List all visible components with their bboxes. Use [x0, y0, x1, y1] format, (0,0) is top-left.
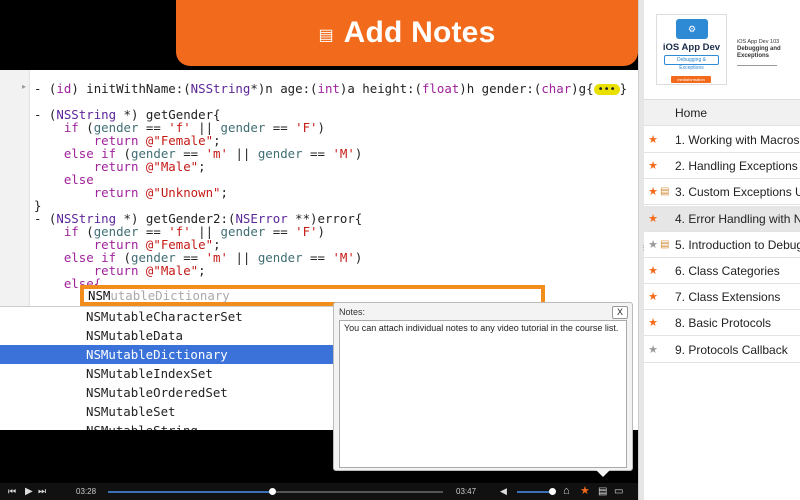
star-icon[interactable]: ★	[646, 310, 660, 335]
volume-handle[interactable]	[549, 488, 557, 495]
progress-bar[interactable]	[108, 491, 273, 493]
star-icon[interactable]: ★	[646, 284, 660, 309]
volume-slider[interactable]	[517, 491, 553, 493]
star-icon[interactable]: ★	[646, 337, 660, 362]
autocomplete-item[interactable]: NSMutableCharacterSet	[0, 307, 333, 326]
autocomplete-item[interactable]: NSMutableDictionary	[0, 345, 333, 364]
remaining-time: 03:47	[456, 487, 477, 496]
star-icon[interactable]: ★	[646, 179, 660, 204]
suggestion-text: utableDictionary	[110, 288, 230, 303]
title-banner: ▤ Add Notes	[176, 0, 638, 66]
divider-line	[737, 65, 777, 66]
close-button[interactable]: X	[612, 306, 628, 319]
cover-title: iOS App Dev	[662, 42, 721, 53]
next-icon[interactable]: ⏭	[38, 483, 46, 500]
lesson-item[interactable]: ★ 8. Basic Protocols	[644, 310, 800, 337]
lesson-label: 4. Error Handling with N	[675, 211, 800, 226]
volume-icon[interactable]: ◀	[500, 483, 507, 500]
cover-subtitle: Debugging & Exceptions	[664, 55, 719, 71]
lesson-label: 1. Working with Macros	[675, 133, 800, 147]
lesson-label: 9. Protocols Callback	[675, 342, 788, 357]
lesson-item[interactable]: ★ ▤ 5. Introduction to Debug	[644, 232, 800, 258]
course-name: Debugging and Exceptions	[737, 46, 781, 59]
autocomplete-item[interactable]: NSMutableOrderedSet	[0, 383, 333, 402]
code-line: - (id) initWithName:(NSString*)n age:(in…	[34, 81, 628, 96]
app-window: ▸ - (id) initWithName:(NSString*)n age:(…	[0, 0, 800, 500]
progress-handle[interactable]	[269, 488, 277, 495]
collapsed-code-badge[interactable]: •••	[593, 84, 620, 95]
home-icon[interactable]: ⌂	[563, 483, 570, 500]
notes-popup-pointer	[596, 470, 610, 477]
lesson-label: 8. Basic Protocols	[675, 316, 772, 331]
fullscreen-icon[interactable]: ▭	[614, 483, 623, 500]
star-icon[interactable]: ★	[646, 206, 660, 231]
note-icon: ▤	[318, 27, 334, 44]
note-icon: ▤	[660, 238, 670, 250]
elapsed-time: 03:28	[76, 487, 97, 496]
lesson-item[interactable]: ★ 2. Handling Exceptions in	[644, 153, 800, 180]
lesson-item[interactable]: ★ 6. Class Categories	[644, 258, 800, 284]
brand-logo: mediaformation	[671, 76, 711, 83]
notes-textarea[interactable]: You can attach individual notes to any v…	[339, 320, 627, 468]
course-series: iOS App Dev 103	[737, 39, 780, 45]
lesson-label: 6. Class Categories	[675, 264, 780, 278]
course-title: iOS App Dev 103 Debugging and Exceptions	[737, 39, 797, 66]
star-icon[interactable]: ★	[646, 258, 660, 283]
lesson-item[interactable]: ★ 4. Error Handling with N	[644, 205, 800, 232]
autocomplete-list[interactable]: NSMutableCharacterSet NSMutableData NSMuta…	[0, 306, 333, 430]
lesson-item[interactable]: ★ 9. Protocols Callback	[644, 337, 800, 363]
notes-popup: Notes: X You can attach individual notes…	[333, 302, 633, 471]
typed-text: NSM	[88, 288, 111, 303]
course-header: ⚙ iOS App Dev Debugging & Exceptions med…	[644, 0, 800, 100]
code-line: return @"Unknown";	[93, 185, 228, 200]
lesson-label: 2. Handling Exceptions in	[675, 159, 800, 174]
course-cover: ⚙ iOS App Dev Debugging & Exceptions med…	[656, 14, 727, 85]
star-icon[interactable]: ★	[646, 127, 660, 152]
autocomplete-item[interactable]: NSMutableData	[0, 326, 333, 345]
lesson-item[interactable]: ★ 1. Working with Macros	[644, 127, 800, 153]
autocomplete-item[interactable]: NSMutableIndexSet	[0, 364, 333, 383]
sidebar: ⚙ iOS App Dev Debugging & Exceptions med…	[644, 0, 800, 500]
lesson-label: 5. Introduction to Debug	[675, 237, 800, 252]
autocomplete-item[interactable]: NSMutableSet	[0, 402, 333, 421]
banner-title: Add Notes	[343, 16, 496, 49]
progress-track[interactable]	[272, 491, 443, 493]
previous-icon[interactable]: ⏮	[8, 483, 16, 500]
star-icon[interactable]: ★	[580, 483, 590, 500]
video-player[interactable]: ▸ - (id) initWithName:(NSString*)n age:(…	[0, 0, 638, 500]
star-icon[interactable]: ★	[646, 153, 660, 178]
fold-arrow-icon[interactable]: ▸	[22, 82, 26, 91]
sidebar-item-home[interactable]: Home	[644, 100, 800, 126]
play-icon[interactable]: ▶	[25, 483, 33, 500]
autocomplete-item[interactable]: NSMutableString	[0, 421, 333, 430]
player-controls: ⏮ ▶ ⏭ 03:28 03:47 ◀ ⌂ ★ ▤ ▭	[0, 483, 638, 500]
notes-label: Notes:	[339, 307, 366, 317]
course-art-icon: ⚙	[676, 19, 708, 39]
star-icon[interactable]: ★	[646, 232, 660, 257]
lesson-label: 3. Custom Exceptions U	[675, 185, 800, 200]
lesson-item[interactable]: ★ ▤ 3. Custom Exceptions U	[644, 179, 800, 206]
notes-icon[interactable]: ▤	[598, 483, 607, 500]
sidebar-item-label: Home	[675, 106, 708, 120]
note-icon: ▤	[660, 186, 670, 198]
lesson-item[interactable]: ★ 7. Class Extensions	[644, 284, 800, 311]
lesson-label: 7. Class Extensions	[675, 290, 781, 305]
